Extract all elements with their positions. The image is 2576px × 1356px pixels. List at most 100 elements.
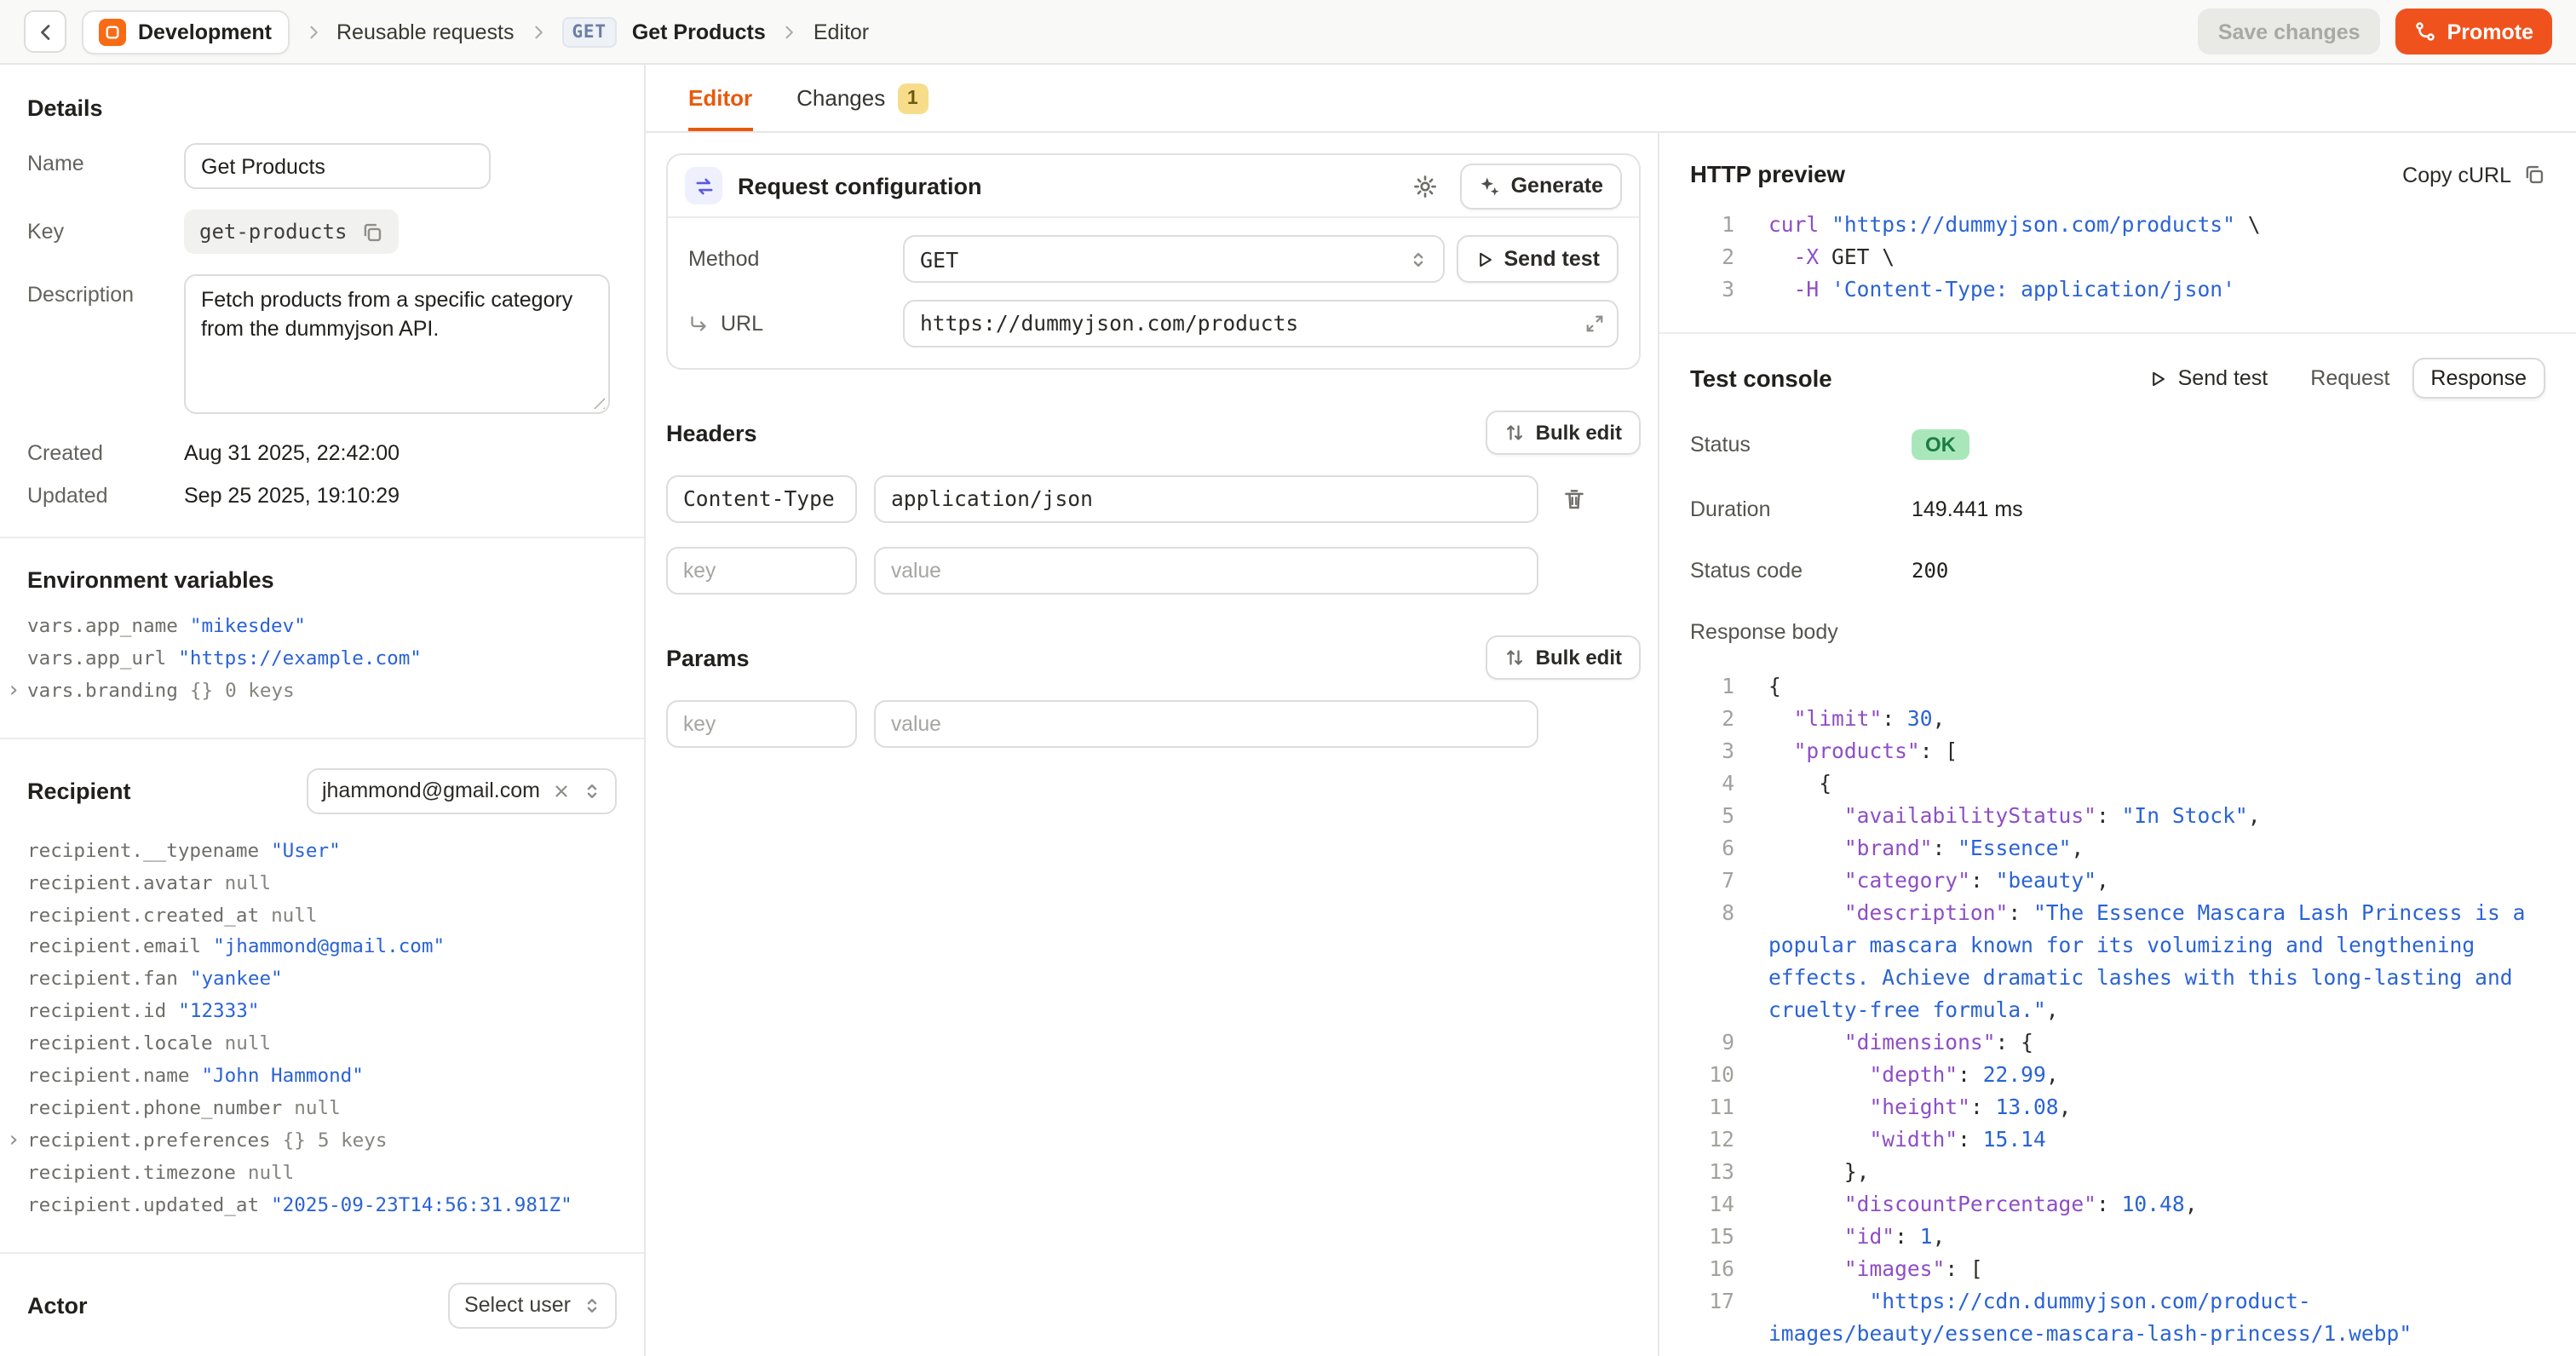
header-value-input[interactable]: [874, 475, 1538, 523]
environment-switcher[interactable]: Development: [82, 9, 289, 54]
headers-bulk-edit-button[interactable]: Bulk edit: [1486, 411, 1641, 455]
corner-down-right-icon: [688, 313, 709, 334]
code-line: 4 {: [1690, 768, 2545, 801]
copy-curl-button[interactable]: Copy cURL: [2402, 163, 2545, 187]
variable-row: recipient.avatarnull: [27, 868, 617, 900]
created-label: Created: [27, 441, 184, 465]
copy-key-button[interactable]: [360, 221, 382, 243]
generate-button[interactable]: Generate: [1460, 163, 1622, 209]
header-value-input[interactable]: [874, 547, 1538, 595]
tab-changes[interactable]: Changes 1: [796, 65, 928, 131]
line-number: 8: [1690, 898, 1734, 930]
response-body-label: Response body: [1690, 620, 1912, 644]
breadcrumb-request-name[interactable]: Get Products: [632, 20, 766, 43]
editor-tabs: Editor Changes 1: [646, 65, 2576, 133]
duration-value: 149.441 ms: [1912, 497, 2023, 521]
variable-value: "John Hammond": [201, 1061, 363, 1094]
response-body-row: Response body: [1659, 620, 2576, 644]
status-code-row: Status code 200: [1659, 559, 2576, 583]
bulk-edit-icon: [1505, 422, 1526, 443]
variable-value: null: [225, 1029, 271, 1061]
line-number: 3: [1690, 736, 1734, 768]
url-input[interactable]: [903, 300, 1619, 348]
chevron-right-icon[interactable]: ›: [7, 1126, 20, 1158]
variable-key: recipient.name: [27, 1061, 189, 1094]
code-line: 1{: [1690, 671, 2545, 704]
header-row-empty: [666, 547, 1641, 595]
recipient-vars-list: recipient.__typename"User"recipient.avat…: [27, 836, 617, 1222]
bulk-edit-icon: [1505, 647, 1526, 668]
breadcrumb-reusable-requests[interactable]: Reusable requests: [336, 20, 514, 43]
name-input[interactable]: [184, 143, 491, 189]
topbar: Development Reusable requests GET Get Pr…: [0, 0, 2576, 65]
line-number: 9: [1690, 1027, 1734, 1060]
variable-row: recipient.email"jhammond@gmail.com": [27, 933, 617, 965]
code-line: 15 "id": 1,: [1690, 1221, 2545, 1254]
variable-row: recipient.created_atnull: [27, 900, 617, 933]
code-line: 9 "dimensions": {: [1690, 1027, 2545, 1060]
promote-button[interactable]: Promote: [2396, 9, 2552, 55]
line-number: 2: [1690, 704, 1734, 736]
save-changes-button[interactable]: Save changes: [2198, 9, 2381, 55]
request-configuration-card: Request configuration Generate: [666, 153, 1641, 370]
editor-pane: Request configuration Generate: [646, 133, 1658, 1356]
response-tab[interactable]: Response: [2412, 358, 2545, 399]
gear-icon[interactable]: [1412, 173, 1438, 198]
request-tab[interactable]: Request: [2291, 358, 2408, 399]
actor-select[interactable]: Select user: [449, 1282, 617, 1328]
header-key-input[interactable]: [666, 547, 857, 595]
variable-key: recipient.fan: [27, 965, 178, 997]
code-line: 12 "width": 15.14: [1690, 1124, 2545, 1157]
code-line: 17 "https://cdn.dummyjson.com/product-im…: [1690, 1286, 2545, 1351]
sparkles-icon: [1479, 175, 1501, 197]
play-icon: [2149, 369, 2168, 388]
chevron-right-icon: [781, 23, 798, 40]
back-button[interactable]: [24, 10, 66, 53]
status-badge: OK: [1912, 429, 1969, 460]
request-configuration-title: Request configuration: [738, 173, 1397, 198]
breadcrumb-page: Editor: [814, 20, 869, 43]
main-column: Editor Changes 1 Request configurat: [646, 65, 2576, 1356]
variable-value: null: [248, 1158, 294, 1191]
code-line: 8 "description": "The Essence Mascara La…: [1690, 898, 2545, 1027]
key-chip: get-products: [184, 210, 398, 254]
variable-row: recipient.id"12333": [27, 997, 617, 1030]
line-number: 3: [1690, 274, 1734, 307]
param-value-input[interactable]: [874, 700, 1538, 748]
variable-key: recipient.phone_number: [27, 1094, 282, 1126]
env-vars-list: vars.app_name"mikesdev"vars.app_url"http…: [27, 612, 617, 708]
preview-pane: HTTP preview Copy cURL 1curl "https://du…: [1658, 133, 2576, 1356]
variable-value: null: [271, 900, 317, 933]
environment-label: Development: [138, 20, 272, 43]
send-test-button[interactable]: Send test: [1456, 235, 1619, 283]
param-key-input[interactable]: [666, 700, 857, 748]
tab-editor[interactable]: Editor: [688, 65, 752, 131]
trash-icon[interactable]: [1562, 487, 1586, 511]
actor-title: Actor: [27, 1292, 88, 1318]
response-body-code: 1{2 "limit": 30,3 "products": [4 {5 "ava…: [1659, 664, 2576, 1351]
recipient-title: Recipient: [27, 778, 131, 803]
code-line: 10 "depth": 22.99,: [1690, 1060, 2545, 1092]
recipient-select[interactable]: jhammond@gmail.com: [307, 767, 617, 813]
variable-row: recipient.localenull: [27, 1029, 617, 1061]
duration-row: Duration 149.441 ms: [1659, 497, 2576, 521]
variable-value: null: [225, 868, 271, 900]
method-select[interactable]: GET: [903, 235, 1445, 283]
updated-row: Updated Sep 25 2025, 19:10:29: [27, 484, 617, 508]
code-line: 16 "images": [: [1690, 1254, 2545, 1286]
code-line: 1curl "https://dummyjson.com/products" \: [1690, 210, 2545, 242]
clear-recipient-button[interactable]: [552, 781, 571, 800]
console-send-test-button[interactable]: Send test: [2149, 366, 2268, 390]
copy-icon: [2523, 164, 2545, 186]
description-textarea[interactable]: Fetch products from a specific category …: [184, 274, 610, 414]
header-key-input[interactable]: [666, 475, 857, 523]
line-number: 12: [1690, 1124, 1734, 1157]
params-bulk-edit-button[interactable]: Bulk edit: [1486, 635, 1641, 680]
line-number: 5: [1690, 801, 1734, 833]
variable-value: "jhammond@gmail.com": [213, 933, 445, 965]
play-icon: [1475, 250, 1493, 268]
expand-icon[interactable]: [1584, 313, 1605, 334]
chevron-up-down-icon: [1409, 250, 1428, 268]
variable-key: recipient.updated_at: [27, 1190, 259, 1222]
chevron-right-icon[interactable]: ›: [7, 676, 20, 709]
